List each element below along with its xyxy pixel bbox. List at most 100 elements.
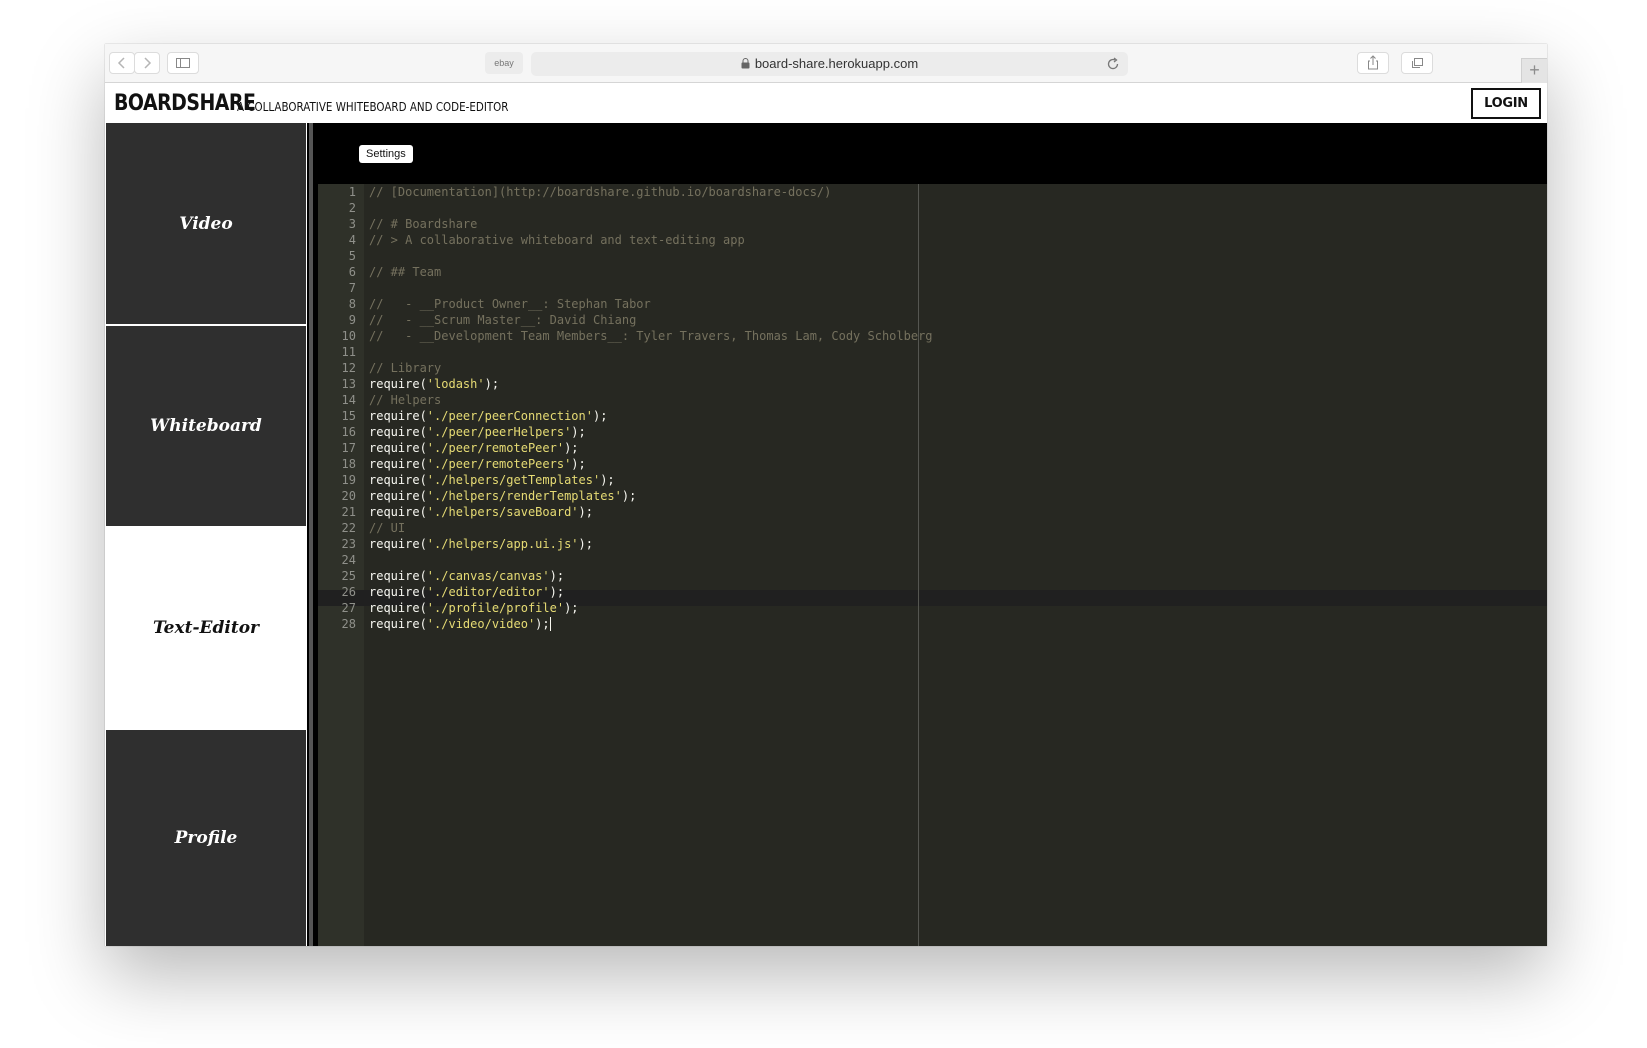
browser-toolbar: ebay board-share.herokuapp.com + — [105, 44, 1547, 83]
code-call: require( — [369, 585, 427, 599]
code-comment: // - __Development Team Members__: Tyler… — [369, 329, 933, 343]
sidebar-item-video[interactable]: Video — [106, 123, 306, 324]
line-number: 22 — [341, 521, 356, 535]
code-statement: require('./helpers/renderTemplates'); — [369, 488, 636, 504]
line-number: 11 — [341, 345, 356, 359]
tabs-overview-button[interactable] — [1401, 52, 1433, 74]
lock-icon — [741, 58, 750, 69]
address-bar[interactable]: board-share.herokuapp.com — [531, 52, 1128, 76]
code-line[interactable]: 14 // Helpers — [318, 392, 1547, 408]
code-punctuation: ); — [564, 441, 579, 455]
code-punctuation: ); — [571, 457, 586, 471]
code-string: './helpers/getTemplates' — [426, 473, 601, 487]
line-number: 17 — [341, 441, 356, 455]
code-line[interactable]: 23 require('./helpers/app.ui.js'); — [318, 536, 1547, 552]
line-number: 7 — [348, 281, 356, 295]
code-call: require( — [369, 441, 427, 455]
code-call: require( — [369, 569, 427, 583]
favorite-ebay[interactable]: ebay — [485, 52, 523, 74]
app-header: BOARDSHARE A COLLABORATIVE WHITEBOARD AN… — [105, 83, 1547, 123]
sidebar-item-label: Profile — [174, 828, 238, 848]
line-number: 26 — [341, 585, 356, 599]
divider-grip[interactable] — [309, 123, 313, 946]
share-button[interactable] — [1357, 52, 1389, 74]
code-line[interactable]: 17 require('./peer/remotePeer'); — [318, 440, 1547, 456]
code-line[interactable]: 5 — [318, 248, 1547, 264]
code-punctuation: ); — [571, 425, 586, 439]
code-line[interactable]: 19 require('./helpers/getTemplates'); — [318, 472, 1547, 488]
login-button[interactable]: LOGIN — [1471, 88, 1541, 119]
line-number: 12 — [341, 361, 356, 375]
line-number: 23 — [341, 537, 356, 551]
line-number: 27 — [341, 601, 356, 615]
code-statement: require('./video/video'); — [369, 616, 551, 632]
line-number: 10 — [341, 329, 356, 343]
forward-button[interactable] — [134, 52, 160, 74]
code-line[interactable]: 22 // UI — [318, 520, 1547, 536]
code-punctuation: ); — [549, 569, 565, 583]
code-line[interactable]: 2 — [318, 200, 1547, 216]
reload-icon[interactable] — [1106, 57, 1120, 71]
code-line[interactable]: 16 require('./peer/peerHelpers'); — [318, 424, 1547, 440]
code-comment: // - __Product Owner__: Stephan Tabor — [369, 297, 651, 311]
line-number: 24 — [341, 553, 356, 567]
code-string: './peer/peerConnection' — [426, 409, 593, 423]
code-string: './helpers/app.ui.js' — [426, 537, 579, 551]
code-comment: // - __Scrum Master__: David Chiang — [369, 313, 637, 327]
line-number: 15 — [341, 409, 356, 423]
code-line[interactable]: 13 require('lodash'); — [318, 376, 1547, 392]
tabs-icon — [1412, 58, 1423, 68]
code-line[interactable]: 8 // - __Product Owner__: Stephan Tabor — [318, 296, 1547, 312]
code-line[interactable]: 18 require('./peer/remotePeers'); — [318, 456, 1547, 472]
code-editor[interactable]: Settings 1 // [Documentation](http://boar… — [318, 123, 1547, 946]
code-line[interactable]: 24 — [318, 552, 1547, 568]
code-statement: require('./helpers/app.ui.js'); — [369, 536, 593, 552]
code-line[interactable]: 7 — [318, 280, 1547, 296]
code-line[interactable]: 27 require('./profile/profile'); — [318, 600, 1547, 616]
code-call: require( — [369, 473, 427, 487]
code-line[interactable]: 3 // # Boardshare — [318, 216, 1547, 232]
code-line[interactable]: 6 // ## Team — [318, 264, 1547, 280]
line-number: 25 — [341, 569, 356, 583]
code-line[interactable]: 26 require('./editor/editor'); — [318, 584, 1547, 600]
line-number: 5 — [348, 249, 356, 263]
code-line[interactable]: 9 // - __Scrum Master__: David Chiang — [318, 312, 1547, 328]
panel-divider[interactable] — [307, 123, 318, 946]
line-number: 4 — [348, 233, 356, 247]
sidebar-toggle-button[interactable] — [167, 52, 199, 74]
code-string: './canvas/canvas' — [426, 569, 550, 583]
code-line[interactable]: 12 // Library — [318, 360, 1547, 376]
new-tab-button[interactable]: + — [1521, 58, 1547, 83]
code-lines[interactable]: 1 // [Documentation](http://boardshare.gi… — [318, 184, 1547, 632]
sidebar-item-whiteboard[interactable]: Whiteboard — [106, 326, 306, 526]
line-number: 18 — [341, 457, 356, 471]
code-line[interactable]: 28 require('./video/video'); — [318, 616, 1547, 632]
code-comment: // UI — [369, 521, 406, 535]
code-call: require( — [369, 457, 427, 471]
sidebar-item-label: Video — [179, 213, 233, 234]
sidebar-item-profile[interactable]: Profile — [106, 730, 306, 946]
code-punctuation: ); — [535, 617, 550, 631]
code-line[interactable]: 4 // > A collaborative whiteboard and tex… — [318, 232, 1547, 248]
code-line[interactable]: 20 require('./helpers/renderTemplates'); — [318, 488, 1547, 504]
brand-logo[interactable]: BOARDSHARE — [114, 91, 256, 116]
code-line[interactable]: 21 require('./helpers/saveBoard'); — [318, 504, 1547, 520]
line-number: 9 — [348, 313, 356, 327]
code-line[interactable]: 10 // - __Development Team Members__: Tyl… — [318, 328, 1547, 344]
code-statement: require('./canvas/canvas'); — [369, 568, 564, 584]
line-number: 2 — [348, 201, 356, 215]
code-string: './peer/peerHelpers' — [426, 425, 572, 439]
code-comment: // ## Team — [369, 265, 442, 279]
code-line[interactable]: 25 require('./canvas/canvas'); — [318, 568, 1547, 584]
line-number: 1 — [348, 185, 356, 199]
code-string: './helpers/renderTemplates' — [426, 489, 622, 503]
back-button[interactable] — [109, 52, 135, 74]
sidebar-item-text-editor[interactable]: Text-Editor — [106, 526, 306, 730]
code-line[interactable]: 11 — [318, 344, 1547, 360]
code-punctuation: ); — [600, 473, 615, 487]
code-line[interactable]: 1 // [Documentation](http://boardshare.gi… — [318, 184, 1547, 200]
code-line[interactable]: 15 require('./peer/peerConnection'); — [318, 408, 1547, 424]
line-number: 28 — [341, 617, 356, 631]
settings-button[interactable]: Settings — [359, 145, 413, 163]
text-cursor — [549, 617, 551, 631]
